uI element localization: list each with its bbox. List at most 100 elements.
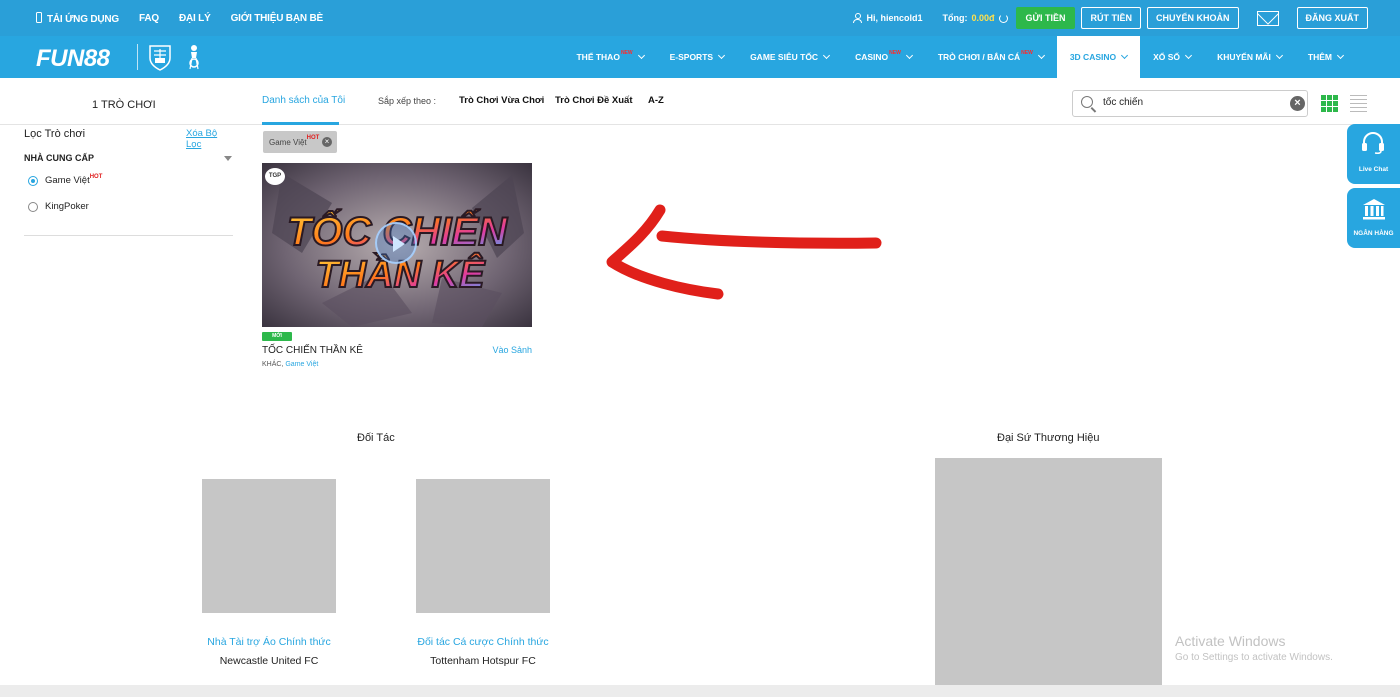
sort-label: Sắp xếp theo : [378, 96, 437, 106]
partner-name-tottenham: Tottenham Hotspur FC [430, 655, 536, 667]
chevron-down-icon [905, 51, 913, 60]
new-game-badge: MỚI [262, 332, 292, 341]
account-area: Hi, hiencold1 Tổng: 0.00đ GỬI TIỀN RÚT T… [853, 0, 1368, 36]
withdraw-button[interactable]: RÚT TIỀN [1081, 7, 1141, 29]
bank-widget[interactable]: NGÂN HÀNG [1347, 188, 1400, 248]
transfer-button[interactable]: CHUYỂN KHOẢN [1146, 7, 1239, 29]
chevron-down-icon [718, 51, 726, 60]
chip-label: Game Việt [269, 137, 307, 147]
top-links: TẢI ỨNG DỤNG FAQ ĐẠI LÝ GIỚI THIỆU BẠN B… [36, 11, 324, 25]
download-app-link[interactable]: TẢI ỨNG DỤNG [36, 11, 120, 25]
deposit-button[interactable]: GỬI TIỀN [1015, 7, 1076, 29]
ambassador-title: Đại Sứ Thương Hiệu [997, 432, 1100, 444]
sort-recommended[interactable]: Trò Chơi Đề Xuất [555, 95, 632, 106]
logout-button[interactable]: ĐĂNG XUẤT [1296, 7, 1368, 29]
sort-a-z[interactable]: A-Z [648, 95, 664, 106]
sort-recently-played[interactable]: Trò Chơi Vừa Chơi [459, 95, 544, 106]
game-category: KHÁC, Game Việt [262, 361, 318, 368]
nav-fast-games[interactable]: GAME SIÊU TỐC [737, 36, 842, 78]
activate-windows-subtitle: Go to Settings to activate Windows. [1175, 652, 1333, 663]
hot-badge: HOT [89, 173, 103, 180]
user-icon [853, 13, 863, 23]
chevron-down-icon [1037, 51, 1045, 60]
footer-strip [0, 685, 1400, 697]
filter-bar: 1 TRÒ CHƠI Danh sách của Tôi Sắp xếp the… [0, 78, 1400, 125]
logo-divider [137, 44, 138, 70]
total-label: Tổng: [942, 13, 968, 23]
partners-title: Đối Tác [357, 432, 395, 444]
active-filter-chip[interactable]: Game Việt HOT × [263, 131, 337, 153]
provider-label: Game Việt [45, 175, 90, 186]
nav-more[interactable]: THÊM [1295, 36, 1356, 78]
play-icon[interactable] [375, 222, 417, 264]
faq-link[interactable]: FAQ [139, 13, 159, 24]
nav-esports[interactable]: E-SPORTS [657, 36, 737, 78]
tab-my-list[interactable]: Danh sách của Tôi [262, 95, 345, 106]
nav-promotions-label: KHUYẾN MÃI [1217, 52, 1271, 62]
main-nav: FUN88 THỂ THAO NEW E-SPORTS GAME SIÊU TỐC… [0, 36, 1400, 78]
clear-filters-link[interactable]: Xóa Bộ Lọc [186, 128, 234, 150]
nav-3d-casino-label: 3D CASINO [1069, 52, 1117, 62]
new-badge: NEW [620, 50, 633, 56]
download-app-label: TẢI ỨNG DỤNG [47, 13, 120, 25]
chevron-down-icon [1275, 51, 1283, 60]
nav-items: THỂ THAO NEW E-SPORTS GAME SIÊU TỐC CASIN… [563, 36, 1356, 78]
nav-sports-label: THỂ THAO [576, 52, 620, 62]
agent-link[interactable]: ĐẠI LÝ [179, 13, 211, 24]
fun88-logo[interactable]: FUN88 [36, 45, 110, 73]
nav-3d-casino[interactable]: 3D CASINO [1056, 36, 1141, 78]
newcastle-logo[interactable] [202, 479, 336, 613]
total-amount: 0.00đ [971, 13, 995, 23]
remove-filter-icon[interactable]: × [322, 137, 332, 147]
radio-selected[interactable] [28, 175, 38, 186]
search-input[interactable] [1103, 97, 1283, 108]
nav-casino[interactable]: CASINO NEW [842, 36, 925, 78]
provider-tag: TGP [265, 168, 285, 185]
nav-lottery-label: XỔ SỐ [1153, 52, 1181, 62]
provider-link[interactable]: Game Việt [285, 361, 318, 368]
chevron-down-icon [1121, 51, 1129, 60]
radio-unselected[interactable] [28, 201, 38, 212]
partner-caption-tottenham: Đối tác Cá cược Chính thức [417, 636, 549, 648]
grid-view-icon[interactable] [1321, 95, 1338, 112]
enter-lobby-link[interactable]: Vào Sảnh [492, 345, 532, 355]
tottenham-logo[interactable] [416, 479, 550, 613]
ambassador-image[interactable] [935, 458, 1162, 685]
provider-option-kingpoker[interactable]: KingPoker [28, 201, 89, 212]
nav-lottery[interactable]: XỔ SỐ [1140, 36, 1204, 78]
bank-label: NGÂN HÀNG [1353, 230, 1394, 237]
nav-esports-label: E-SPORTS [669, 52, 714, 62]
nav-promotions[interactable]: KHUYẾN MÃI [1204, 36, 1295, 78]
partner-name-newcastle: Newcastle United FC [219, 655, 319, 667]
clear-search-icon[interactable]: × [1290, 96, 1305, 111]
provider-option-game-viet[interactable]: Game Việt HOT [28, 173, 103, 186]
game-thumbnail[interactable]: TỐC CHIẾN THẦN KÊ TGP [262, 163, 532, 327]
nav-sports[interactable]: THỂ THAO NEW [563, 36, 656, 78]
category-text: KHÁC, [262, 361, 284, 368]
filter-title: Lọc Trò chơi [24, 128, 86, 140]
balance: Tổng: 0.00đ [943, 13, 1008, 23]
sidebar-divider [24, 235, 233, 236]
game-count: 1 TRÒ CHƠI [92, 99, 156, 111]
live-chat-widget[interactable]: Live Chat [1347, 124, 1400, 184]
mail-icon[interactable] [1256, 10, 1279, 26]
nav-games-fishing-label: TRÒ CHƠI / BẮN CÁ [937, 52, 1021, 62]
active-tab-indicator [262, 122, 339, 125]
game-title[interactable]: TỐC CHIẾN THẦN KÊ [262, 345, 363, 356]
list-view-icon[interactable] [1350, 95, 1367, 112]
user-greeting[interactable]: Hi, hiencold1 [853, 13, 923, 23]
chevron-down-icon [1185, 51, 1193, 60]
tottenham-crest-icon [189, 45, 199, 70]
refer-friend-link[interactable]: GIỚI THIỆU BẠN BÈ [231, 13, 324, 24]
bank-icon [1363, 199, 1385, 220]
search-box: × [1072, 90, 1308, 117]
nav-games-fishing[interactable]: TRÒ CHƠI / BẮN CÁ NEW [925, 36, 1057, 78]
chevron-down-icon [637, 51, 645, 60]
caret-down-icon[interactable] [224, 156, 232, 161]
chevron-down-icon [1336, 51, 1345, 60]
headset-icon [1362, 132, 1384, 154]
provider-heading[interactable]: NHÀ CUNG CẤP [24, 153, 94, 163]
search-icon[interactable] [1081, 96, 1093, 108]
refresh-icon[interactable] [998, 13, 1008, 23]
activate-windows-title: Activate Windows [1175, 633, 1286, 649]
